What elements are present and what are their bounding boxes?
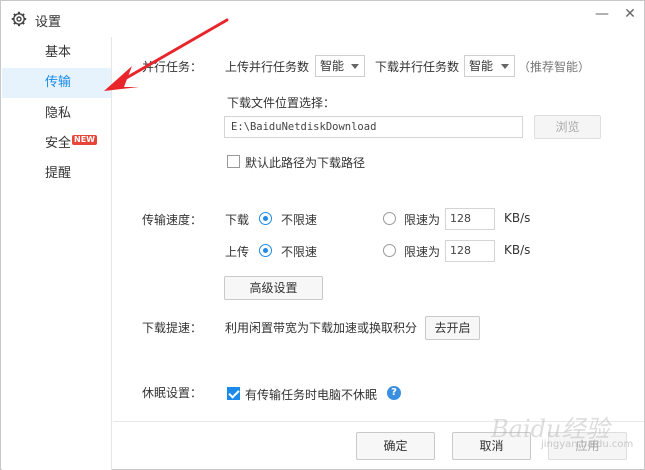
chevron-down-icon [501,64,509,69]
download-path-input[interactable]: E:\BaiduNetdiskDownload [224,116,523,138]
sidebar-item-label: 安全 [45,136,72,151]
sidebar-item-privacy[interactable]: 隐私 [2,99,111,129]
settings-sidebar: 基本 传输 隐私 安全 NEW 提醒 [2,37,112,470]
speed-section-label: 传输速度： [142,213,203,227]
enable-boost-button[interactable]: 去开启 [425,316,480,340]
boost-section-label: 下载提速： [142,321,203,335]
ok-button[interactable]: 确定 [356,432,435,460]
sidebar-item-label: 隐私 [45,106,72,121]
upload-limit-input[interactable]: 128 [445,240,495,262]
sidebar-item-transfer[interactable]: 传输 [2,68,111,98]
parallel-section-label: 并行任务： [142,60,203,74]
boost-description: 利用闲置带宽为下载加速或换取积分 [225,321,418,335]
sidebar-item-label: 基本 [45,45,72,60]
sidebar-item-reminder[interactable]: 提醒 [2,159,111,189]
settings-window: 设置 — ✕ 基本 传输 隐私 安全 NEW 提醒 并行任务： 上传并行任务数 … [0,0,645,470]
default-path-label: 默认此路径为下载路径 [245,156,366,170]
title-bar: 设置 — ✕ [1,1,644,37]
advanced-settings-button[interactable]: 高级设置 [224,276,323,300]
transfer-settings-panel: 并行任务： 上传并行任务数 智能 下载并行任务数 智能 （推荐智能） 下载文件位… [113,37,644,470]
download-unlimited-label: 不限速 [281,213,318,227]
prevent-sleep-label: 有传输任务时电脑不休眠 [245,388,378,402]
download-parallel-value: 智能 [469,59,494,73]
parallel-hint: （推荐智能） [518,60,591,74]
minimize-button[interactable]: — [591,5,613,23]
sidebar-item-basic[interactable]: 基本 [2,38,111,68]
upload-unlimited-radio[interactable] [259,244,272,257]
new-badge: NEW [72,135,97,145]
upload-unlimited-label: 不限速 [281,245,318,259]
upload-speed-label: 上传 [225,245,250,259]
download-parallel-label: 下载并行任务数 [375,60,460,74]
upload-parallel-select[interactable]: 智能 [315,55,365,77]
download-speed-label: 下载 [225,213,250,227]
help-icon[interactable]: ? [387,386,401,400]
gear-icon [11,11,27,27]
download-unlimited-radio[interactable] [259,212,272,225]
sidebar-item-label: 传输 [45,75,72,90]
download-limit-input[interactable]: 128 [445,208,495,230]
sleep-section-label: 休眠设置： [142,386,203,400]
upload-unit-label: KB/s [504,243,531,257]
browse-button[interactable]: 浏览 [534,115,601,139]
upload-parallel-value: 智能 [320,59,345,73]
sidebar-item-label: 提醒 [45,166,72,181]
upload-limit-label: 限速为 [404,245,441,259]
download-unit-label: KB/s [504,211,531,225]
window-title: 设置 [35,15,62,30]
chevron-down-icon [351,64,359,69]
download-limit-radio[interactable] [383,212,396,225]
upload-parallel-label: 上传并行任务数 [225,60,310,74]
prevent-sleep-checkbox[interactable] [227,387,240,400]
watermark-url: jingyan.baidu.com [541,439,634,450]
default-path-checkbox[interactable] [227,155,240,168]
upload-limit-radio[interactable] [383,244,396,257]
download-limit-label: 限速为 [404,213,441,227]
sidebar-item-security[interactable]: 安全 NEW [2,129,111,159]
close-button[interactable]: ✕ [619,5,641,23]
download-location-label: 下载文件位置选择： [227,96,336,110]
download-parallel-select[interactable]: 智能 [464,55,515,77]
